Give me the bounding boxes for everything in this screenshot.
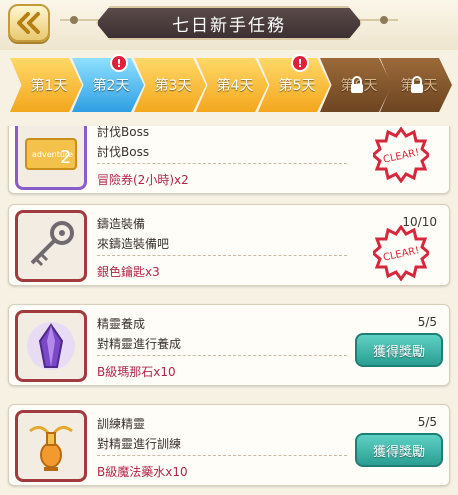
divider <box>97 355 347 356</box>
quest-reward: 冒險券(2小時)x2 <box>97 173 189 187</box>
clear-stamp: CLEAR! <box>373 225 429 281</box>
quest-title: 精靈養成 <box>97 317 146 331</box>
quest-reward: B級瑪那石x10 <box>97 365 176 379</box>
reward-icon-frame: adventure 2 <box>15 126 87 190</box>
reward-icon-frame <box>15 410 87 482</box>
divider <box>97 455 347 456</box>
claim-reward-button[interactable]: 獲得獎勵 <box>355 433 443 467</box>
quest-progress: 5/5 <box>417 415 437 429</box>
quest-title: 鑄造裝備 <box>97 217 146 231</box>
clear-stamp: CLEAR! <box>373 127 429 183</box>
tab-day-2[interactable]: 第2天 <box>72 58 144 112</box>
quest-reward: B級魔法藥水x10 <box>97 465 188 479</box>
header-bar: 七日新手任務 <box>0 0 458 50</box>
page-title: 七日新手任務 <box>172 15 286 36</box>
quest-description: 對精靈進行養成 <box>97 337 182 351</box>
quest-description: 對精靈進行訓練 <box>97 437 182 451</box>
tab-label: 第3天 <box>154 78 192 94</box>
tab-day-1[interactable]: 第1天 <box>10 58 82 112</box>
divider <box>97 163 347 164</box>
silver-key-icon <box>30 221 74 267</box>
reward-icon-frame <box>15 310 87 382</box>
adventure-ticket-icon: adventure 2 <box>25 138 77 170</box>
quest-reward: 銀色鑰匙x3 <box>97 265 160 279</box>
alert-badge: ! <box>110 54 128 72</box>
quest-title: 訓練精靈 <box>97 417 146 431</box>
tab-label: 第4天 <box>216 78 254 94</box>
reward-icon-frame <box>15 210 87 282</box>
quest-card: 精靈養成 對精靈進行養成 B級瑪那石x10 5/5 獲得獎勵 <box>8 304 450 386</box>
quest-description: 來鑄造裝備吧 <box>97 237 170 251</box>
tab-label: 第1天 <box>30 78 68 94</box>
claim-reward-button[interactable]: 獲得獎勵 <box>355 333 443 367</box>
clear-label: CLEAR! <box>382 147 420 165</box>
quest-list[interactable]: adventure 2 討伐Boss 討伐Boss 冒險券(2小時)x2 CLE… <box>0 126 458 495</box>
magic-potion-icon <box>29 426 73 471</box>
lock-icon <box>411 76 423 93</box>
mana-stone-icon <box>27 322 75 370</box>
double-chevron-left-icon <box>17 12 40 34</box>
tab-label: 第5天 <box>278 78 316 94</box>
quest-progress: 5/5 <box>417 315 437 329</box>
quest-card: adventure 2 討伐Boss 討伐Boss 冒險券(2小時)x2 CLE… <box>8 126 450 194</box>
day-tabs: 第1天 第2天 ! 第3天 第4天 第5天 ! 第6天 第7天 <box>0 54 458 114</box>
tab-label: 第2天 <box>92 78 130 94</box>
tab-day-3[interactable]: 第3天 <box>134 58 206 112</box>
divider <box>97 255 347 256</box>
alert-badge: ! <box>291 54 309 72</box>
quest-description: 討伐Boss <box>97 145 150 159</box>
quest-card: 鑄造裝備 來鑄造裝備吧 銀色鑰匙x3 10/10 CLEAR! <box>8 204 450 286</box>
quest-card: 訓練精靈 對精靈進行訓練 B級魔法藥水x10 5/5 獲得獎勵 <box>8 404 450 486</box>
title-plate: 七日新手任務 <box>96 6 362 40</box>
back-button[interactable] <box>8 4 50 42</box>
clear-label: CLEAR! <box>382 245 420 263</box>
quest-title: 討伐Boss <box>97 126 150 139</box>
lock-icon <box>351 76 363 93</box>
ticket-number: 2 <box>60 147 71 168</box>
tab-day-4[interactable]: 第4天 <box>196 58 268 112</box>
